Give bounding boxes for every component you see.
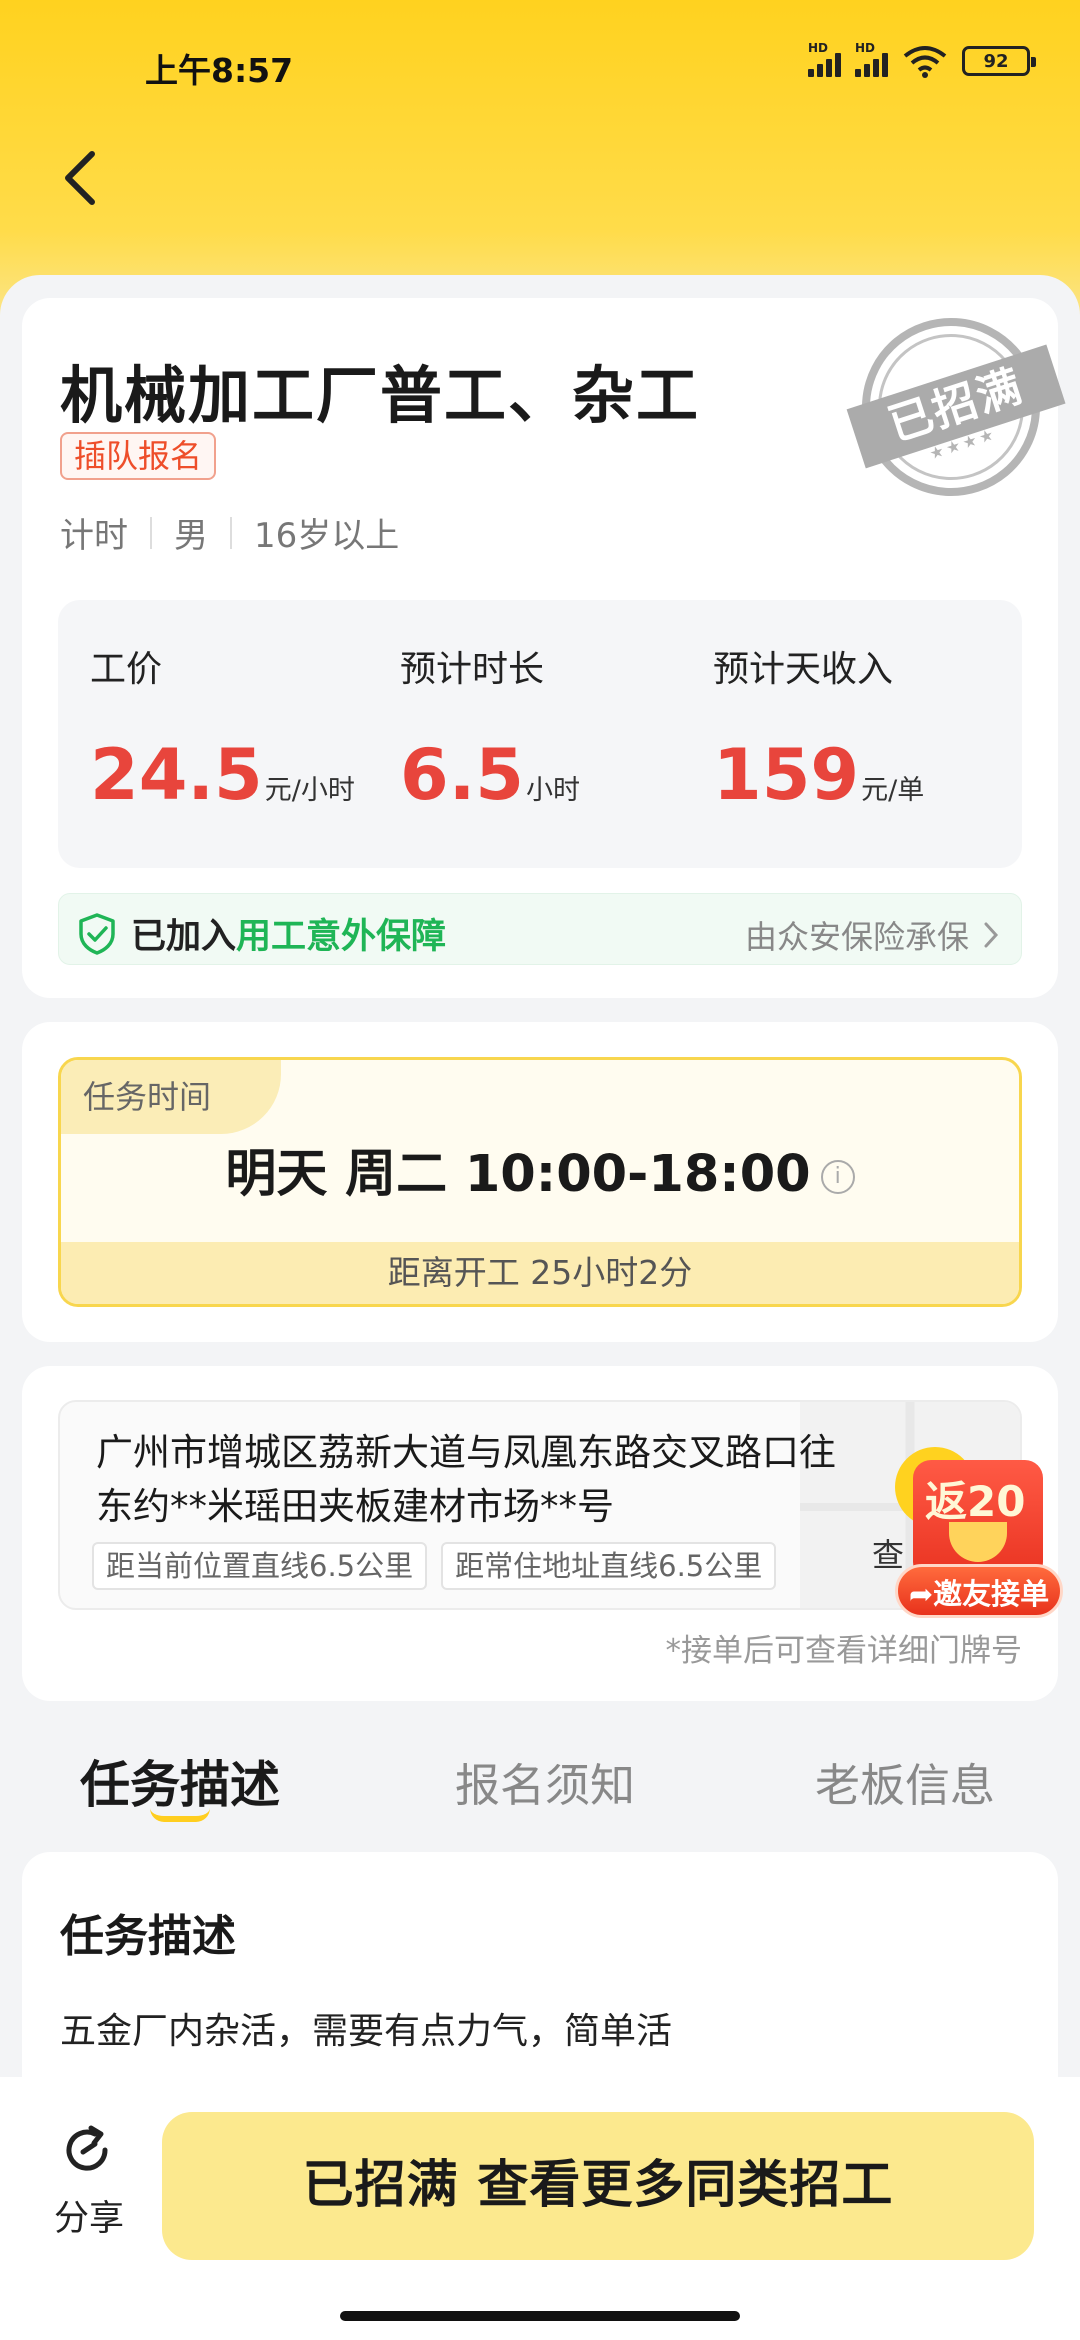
start-countdown: 距离开工 25小时2分 (61, 1242, 1019, 1304)
chevron-left-icon (65, 151, 95, 205)
job-meta: 计时 男 16岁以上 (60, 508, 399, 557)
divider (230, 516, 232, 549)
back-button[interactable] (55, 148, 105, 208)
distance-home-chip: 距常住地址直线6.5公里 (441, 1542, 777, 1590)
distance-current-chip: 距当前位置直线6.5公里 (92, 1542, 428, 1590)
pay-summary: 工价 24.5元/小时 预计时长 6.5小时 预计天收入 159元/单 (58, 600, 1022, 868)
wage-value-row: 24.5元/小时 (90, 734, 355, 816)
share-button[interactable]: 分享 (44, 2122, 134, 2241)
signal-icon: HD (855, 41, 888, 77)
shield-check-icon (79, 912, 115, 955)
wage-label: 工价 (90, 649, 163, 690)
meta-pay-type: 计时 (60, 516, 128, 556)
battery-icon: 92 (962, 46, 1036, 76)
insurance-banner[interactable]: 已加入 用工意外保障 由众安保险承保 (58, 893, 1022, 965)
insurance-name: 用工意外保障 (236, 917, 447, 957)
task-time-box: 任务时间 明天 周二 10:00-18:00 i 距离开工 25小时2分 (58, 1057, 1022, 1307)
insurance-provider-link[interactable]: 由众安保险承保 (745, 912, 999, 958)
income-label: 预计天收入 (713, 649, 894, 690)
wage-value: 24.5 (90, 734, 263, 816)
chevron-right-icon (984, 922, 999, 948)
task-time-label: 任务时间 (61, 1060, 281, 1134)
invite-friend-button[interactable]: ➦邀友接单 (895, 1564, 1063, 1618)
wage-column: 工价 24.5元/小时 (90, 640, 355, 816)
duration-value-row: 6.5小时 (400, 734, 580, 816)
insurance-joined: 已加入 (131, 917, 237, 957)
status-bar: 上午8:57 HD HD 92 (0, 0, 1080, 130)
status-icons: HD HD 92 (808, 41, 1036, 78)
address-text: 广州市增城区荔新大道与凤凰东路交叉路口往东约**米瑶田夹板建材市场**号 (96, 1431, 836, 1528)
insurance-status: 已加入 用工意外保障 (77, 908, 446, 959)
distance-chips: 距当前位置直线6.5公里 距常住地址直线6.5公里 (92, 1542, 777, 1590)
invite-promo-widget[interactable]: 返20 ➦邀友接单 (895, 1460, 1065, 1622)
task-time-value: 明天 周二 10:00-18:00 (225, 1145, 811, 1204)
share-icon (66, 2125, 108, 2171)
tab-boss-info[interactable]: 老板信息 (815, 1749, 995, 1814)
info-icon[interactable]: i (820, 1160, 855, 1194)
tab-task-description[interactable]: 任务描述 (80, 1745, 280, 1817)
description-text: 五金厂内杂活，需要有点力气，简单活 (60, 2011, 673, 2052)
tab-signup-notice[interactable]: 报名须知 (455, 1749, 635, 1814)
address-box[interactable]: 广州市增城区荔新大道与凤凰东路交叉路口往东约**米瑶田夹板建材市场**号 距当前… (58, 1400, 1022, 1610)
job-title: 机械加工厂普工、杂工 (60, 359, 701, 432)
status-time: 上午8:57 (145, 51, 294, 90)
insurance-provider: 由众安保险承保 (744, 918, 969, 956)
income-unit: 元/单 (861, 775, 925, 806)
queue-signup-tag[interactable]: 插队报名 (60, 432, 217, 480)
address-note: *接单后可查看详细门牌号 (665, 1633, 1023, 1669)
active-tab-indicator (150, 1808, 210, 1822)
divider (150, 516, 152, 549)
task-time-value-row: 明天 周二 10:00-18:00 i (61, 1132, 1019, 1206)
promo-title: 返20 (925, 1477, 1026, 1526)
hd-label: HD (855, 41, 876, 55)
share-label: 分享 (53, 2199, 124, 2239)
hd-label: HD (808, 41, 829, 55)
meta-age: 16岁以上 (254, 516, 400, 556)
income-column: 预计天收入 159元/单 (713, 640, 924, 816)
wifi-icon (903, 46, 947, 78)
duration-unit: 小时 (526, 775, 581, 806)
invite-label: 邀友接单 (933, 1577, 1050, 1611)
wage-unit: 元/小时 (264, 775, 355, 806)
signal-icon: HD (808, 41, 841, 77)
duration-value: 6.5 (400, 734, 525, 816)
income-value-row: 159元/单 (713, 734, 924, 816)
income-value: 159 (713, 734, 860, 816)
duration-column: 预计时长 6.5小时 (400, 640, 580, 816)
description-title: 任务描述 (60, 1911, 236, 1962)
home-indicator (340, 2311, 740, 2321)
meta-gender: 男 (174, 516, 208, 556)
duration-label: 预计时长 (400, 649, 545, 690)
view-similar-jobs-button[interactable]: 已招满 查看更多同类招工 (162, 2112, 1034, 2260)
